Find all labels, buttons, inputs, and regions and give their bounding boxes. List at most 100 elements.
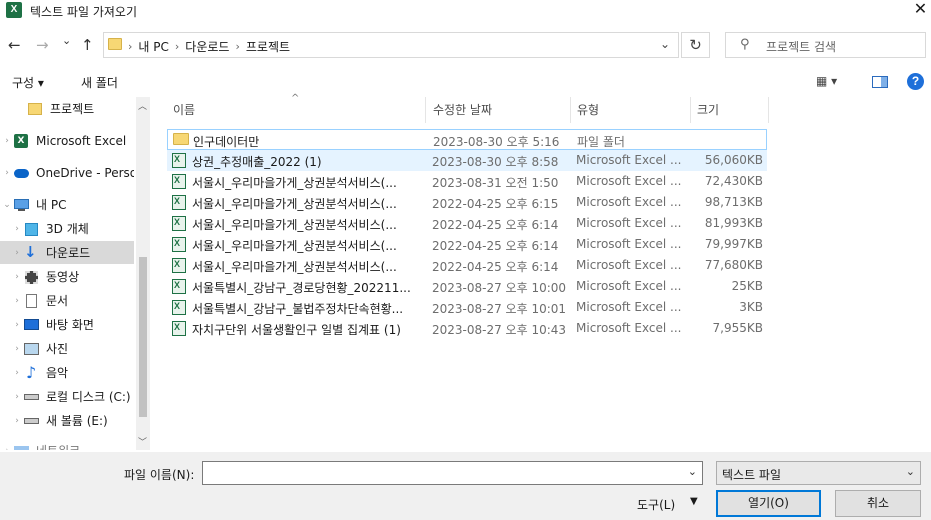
filetype-select[interactable]: 텍스트 파일 ⌄ bbox=[716, 461, 921, 485]
scroll-up-icon[interactable]: ︿ bbox=[138, 99, 147, 112]
excel-file-icon bbox=[172, 279, 186, 294]
sidebar-item-videos[interactable]: › 동영상 bbox=[0, 265, 134, 288]
file-date: 2023-08-30 오후 5:16 bbox=[433, 135, 560, 149]
chevron-down-icon[interactable]: ⌄ bbox=[906, 465, 915, 478]
sidebar-scrollbar[interactable]: ︿ ﹀ bbox=[136, 97, 150, 450]
file-type: Microsoft Excel ... bbox=[576, 153, 682, 167]
chevron-down-icon[interactable]: ⌄ bbox=[688, 465, 697, 478]
forward-arrow-icon[interactable]: → bbox=[36, 36, 49, 54]
chevron-right-icon[interactable]: › bbox=[0, 168, 14, 178]
tools-button[interactable]: 도구(L) bbox=[637, 496, 675, 513]
organize-button[interactable]: 구성 ▾ bbox=[12, 74, 44, 91]
chevron-down-icon[interactable]: ⌄ bbox=[660, 37, 670, 51]
sidebar-item-desktop[interactable]: › 바탕 화면 bbox=[0, 313, 134, 336]
chevron-right-icon[interactable]: › bbox=[0, 446, 14, 451]
open-button[interactable]: 열기(O) bbox=[716, 490, 821, 517]
chevron-right-icon[interactable]: › bbox=[10, 248, 24, 258]
file-name: 서울시_우리마을가게_상권분석서비스(... bbox=[192, 176, 397, 190]
help-icon[interactable]: ? bbox=[907, 73, 924, 90]
breadcrumb-item-pc[interactable]: 내 PC bbox=[138, 38, 168, 55]
scrollbar-thumb[interactable] bbox=[139, 257, 147, 417]
chevron-right-icon[interactable]: › bbox=[10, 272, 24, 282]
sidebar-item-downloads[interactable]: › ↓ 다운로드 bbox=[0, 241, 134, 264]
chevron-right-icon[interactable]: › bbox=[0, 136, 14, 146]
sidebar-item-label: Microsoft Excel bbox=[36, 133, 127, 148]
file-row[interactable]: 서울시_우리마을가게_상권분석서비스(... 2022-04-25 오후 6:1… bbox=[167, 234, 767, 255]
chevron-right-icon[interactable]: › bbox=[10, 392, 24, 402]
file-row[interactable]: 서울특별시_강남구_경로당현황_202211... 2023-08-27 오후 … bbox=[167, 276, 767, 297]
file-name: 인구데이터만 bbox=[193, 135, 260, 149]
chevron-right-icon[interactable]: › bbox=[10, 296, 24, 306]
sidebar-item-3d-objects[interactable]: › 3D 개체 bbox=[0, 217, 134, 240]
search-input[interactable]: ⚲ 프로젝트 검색 bbox=[725, 32, 926, 58]
sidebar-item-documents[interactable]: › 문서 bbox=[0, 289, 134, 312]
file-row[interactable]: 서울시_우리마을가게_상권분석서비스(... 2022-04-25 오후 6:1… bbox=[167, 213, 767, 234]
file-type: Microsoft Excel ... bbox=[576, 216, 682, 230]
up-arrow-icon[interactable]: ↑ bbox=[81, 36, 94, 54]
file-row[interactable]: 서울시_우리마을가게_상권분석서비스(... 2023-08-31 오전 1:5… bbox=[167, 171, 767, 192]
file-row[interactable]: 서울특별시_강남구_불법주정차단속현황... 2023-08-27 오후 10:… bbox=[167, 297, 767, 318]
column-header-name[interactable]: 이름 bbox=[167, 97, 426, 123]
view-options-icon[interactable]: ▦ ▾ bbox=[816, 74, 837, 88]
file-row[interactable]: 자치구단위 서울생활인구 일별 집계표 (1) 2023-08-27 오후 10… bbox=[167, 318, 767, 339]
folder-icon bbox=[28, 102, 44, 116]
sidebar-item-label: 동영상 bbox=[46, 270, 80, 284]
folder-icon bbox=[108, 38, 122, 50]
filename-field[interactable]: ⌄ bbox=[202, 461, 703, 485]
file-size: 25KB bbox=[731, 279, 763, 293]
file-row[interactable]: 서울시_우리마을가게_상권분석서비스(... 2022-04-25 오후 6:1… bbox=[167, 255, 767, 276]
file-size: 81,993KB bbox=[704, 216, 763, 230]
preview-pane-icon[interactable] bbox=[872, 76, 888, 88]
close-icon[interactable]: ✕ bbox=[910, 0, 931, 20]
new-folder-button[interactable]: 새 폴더 bbox=[81, 74, 118, 91]
sidebar-item-microsoft-excel[interactable]: › X Microsoft Excel bbox=[0, 129, 134, 152]
caret-down-icon[interactable]: ▼ bbox=[690, 496, 698, 507]
excel-file-icon bbox=[172, 153, 186, 168]
sidebar-item-local-disk-c[interactable]: › 로컬 디스크 (C:) bbox=[0, 385, 134, 408]
sidebar-item-project[interactable]: 프로젝트 bbox=[0, 97, 134, 120]
file-row[interactable]: 서울시_우리마을가게_상권분석서비스(... 2022-04-25 오후 6:1… bbox=[167, 192, 767, 213]
chevron-right-icon[interactable]: › bbox=[235, 40, 239, 53]
file-size: 72,430KB bbox=[704, 174, 763, 188]
chevron-right-icon[interactable]: › bbox=[10, 224, 24, 234]
excel-file-icon bbox=[172, 174, 186, 189]
sidebar-item-music[interactable]: › ♪ 음악 bbox=[0, 361, 134, 384]
chevron-right-icon[interactable]: › bbox=[10, 416, 24, 426]
navigation-pane: 프로젝트 › X Microsoft Excel › OneDrive - Pe… bbox=[0, 97, 150, 450]
sidebar-item-pictures[interactable]: › 사진 bbox=[0, 337, 134, 360]
file-row[interactable]: 상권_추정매출_2022 (1) 2023-08-30 오후 8:58 Micr… bbox=[167, 150, 767, 171]
column-header-date[interactable]: 수정한 날짜 bbox=[427, 97, 571, 123]
file-type: Microsoft Excel ... bbox=[576, 237, 682, 251]
cancel-button[interactable]: 취소 bbox=[835, 490, 921, 517]
file-name: 서울특별시_강남구_불법주정차단속현황... bbox=[192, 302, 404, 316]
chevron-right-icon[interactable]: › bbox=[175, 40, 179, 53]
sidebar-item-onedrive[interactable]: › OneDrive - Personal bbox=[0, 161, 134, 184]
breadcrumb-item-project[interactable]: 프로젝트 bbox=[246, 38, 290, 55]
file-date: 2023-08-27 오후 10:00 bbox=[432, 281, 567, 295]
chevron-right-icon[interactable]: › bbox=[10, 344, 24, 354]
chevron-down-icon[interactable]: ⌄ bbox=[0, 200, 14, 210]
address-bar[interactable]: › 내 PC › 다운로드 › 프로젝트 ⌄ bbox=[103, 32, 679, 58]
recent-locations-icon[interactable]: ⌄ bbox=[62, 34, 71, 47]
command-bar: 구성 ▾ 새 폴더 ▦ ▾ ? bbox=[0, 68, 931, 96]
chevron-right-icon[interactable]: › bbox=[10, 320, 24, 330]
sidebar-item-label: OneDrive - Personal bbox=[36, 165, 134, 180]
refresh-button[interactable]: ↻ bbox=[681, 32, 710, 58]
chevron-right-icon[interactable]: › bbox=[10, 368, 24, 378]
scroll-down-icon[interactable]: ﹀ bbox=[138, 435, 147, 448]
sidebar-item-pc[interactable]: ⌄ 내 PC bbox=[0, 193, 134, 216]
column-header-size[interactable]: 크기 bbox=[691, 97, 769, 123]
excel-file-icon bbox=[172, 216, 186, 231]
sidebar-item-volume-e[interactable]: › 새 볼륨 (E:) bbox=[0, 409, 134, 432]
sidebar-item-network[interactable]: › 네트워크 bbox=[0, 439, 134, 450]
file-date: 2023-08-30 오후 8:58 bbox=[432, 155, 559, 169]
column-header-type[interactable]: 유형 bbox=[571, 97, 691, 123]
video-icon bbox=[24, 270, 40, 284]
file-row[interactable]: 인구데이터만 2023-08-30 오후 5:16 파일 폴더 bbox=[167, 129, 767, 150]
cube-icon bbox=[24, 222, 40, 236]
file-date: 2023-08-31 오전 1:50 bbox=[432, 176, 559, 190]
back-arrow-icon[interactable]: ← bbox=[8, 36, 21, 54]
breadcrumb-item-downloads[interactable]: 다운로드 bbox=[185, 38, 229, 55]
chevron-right-icon[interactable]: › bbox=[128, 40, 132, 53]
drive-icon bbox=[24, 390, 40, 404]
